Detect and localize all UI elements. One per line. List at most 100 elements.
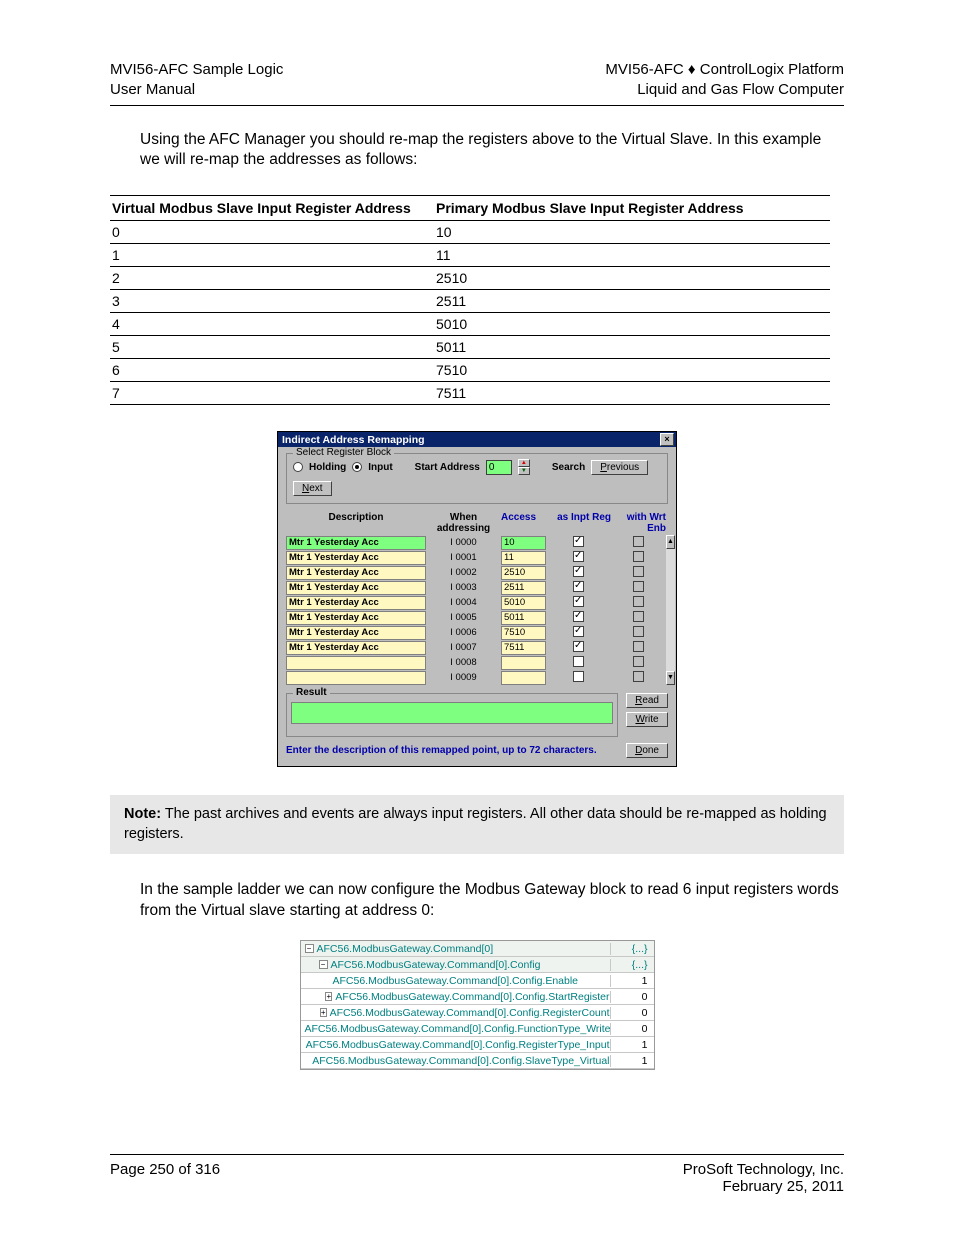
scroll-track[interactable]	[666, 549, 675, 671]
grid-row: Mtr 1 Yesterday AccI 000010	[286, 535, 666, 550]
cell-description[interactable]	[286, 656, 426, 670]
cell-address: I 0007	[426, 642, 501, 653]
inpt-reg-checkbox[interactable]	[573, 596, 584, 607]
cell-access[interactable]: 7510	[501, 626, 546, 640]
tree-row[interactable]: −AFC56.ModbusGateway.Command[0].Config{.…	[301, 957, 654, 973]
scrollbar[interactable]: ▲ ▼	[666, 535, 675, 685]
inpt-reg-checkbox[interactable]	[573, 581, 584, 592]
cell-description[interactable]: Mtr 1 Yesterday Acc	[286, 551, 426, 565]
cell-virtual: 5	[110, 336, 434, 359]
cell-description[interactable]: Mtr 1 Yesterday Acc	[286, 626, 426, 640]
expand-icon[interactable]: +	[325, 992, 332, 1001]
cell-access[interactable]	[501, 656, 546, 670]
next-btn-rest: ext	[309, 483, 322, 494]
tree-row[interactable]: AFC56.ModbusGateway.Command[0].Config.Sl…	[301, 1053, 654, 1069]
table-row: 45010	[110, 313, 830, 336]
note-box: Note: The past archives and events are a…	[110, 795, 844, 854]
cell-primary: 5011	[434, 336, 830, 359]
cell-virtual: 7	[110, 382, 434, 405]
result-legend: Result	[293, 687, 330, 698]
collapse-icon[interactable]: −	[319, 960, 328, 969]
cell-description[interactable]: Mtr 1 Yesterday Acc	[286, 596, 426, 610]
tree-row[interactable]: −AFC56.ModbusGateway.Command[0]{...}	[301, 941, 654, 957]
col-as-inpt-reg: as Inpt Reg	[546, 512, 611, 534]
tree-row[interactable]: +AFC56.ModbusGateway.Command[0].Config.S…	[301, 989, 654, 1005]
wrt-enb-checkbox	[633, 551, 644, 562]
tree-value: 1	[610, 1039, 654, 1051]
cell-address: I 0005	[426, 612, 501, 623]
cell-description[interactable]: Mtr 1 Yesterday Acc	[286, 641, 426, 655]
cell-access[interactable]: 2511	[501, 581, 546, 595]
grid-row: Mtr 1 Yesterday AccI 000111	[286, 550, 666, 565]
cell-access[interactable]: 11	[501, 551, 546, 565]
inpt-reg-checkbox[interactable]	[573, 566, 584, 577]
grid-row: I 0008	[286, 655, 666, 670]
cell-access[interactable]: 2510	[501, 566, 546, 580]
tree-row[interactable]: AFC56.ModbusGateway.Command[0].Config.Fu…	[301, 1021, 654, 1037]
tree-row[interactable]: AFC56.ModbusGateway.Command[0].Config.En…	[301, 973, 654, 989]
ladder-tree: −AFC56.ModbusGateway.Command[0]{...}−AFC…	[300, 940, 655, 1070]
wrt-enb-checkbox	[633, 566, 644, 577]
start-address-input[interactable]	[486, 460, 512, 475]
tree-value: 1	[610, 1055, 654, 1067]
done-button[interactable]: Done	[626, 743, 668, 758]
inpt-reg-checkbox[interactable]	[573, 626, 584, 637]
cell-description[interactable]: Mtr 1 Yesterday Acc	[286, 536, 426, 550]
cell-address: I 0004	[426, 597, 501, 608]
cell-access[interactable]: 5011	[501, 611, 546, 625]
result-display	[291, 702, 613, 724]
previous-button[interactable]: Previous	[591, 460, 648, 475]
table-row: 67510	[110, 359, 830, 382]
inpt-reg-checkbox[interactable]	[573, 671, 584, 682]
inpt-reg-checkbox[interactable]	[573, 641, 584, 652]
holding-label: Holding	[309, 462, 346, 473]
footer-left: Page 250 of 316	[110, 1161, 220, 1195]
cell-description[interactable]: Mtr 1 Yesterday Acc	[286, 581, 426, 595]
table-row: 55011	[110, 336, 830, 359]
tree-value: 0	[610, 1023, 654, 1035]
cell-access[interactable]: 10	[501, 536, 546, 550]
spinner-down-icon[interactable]: ▼	[518, 467, 530, 475]
scroll-up-icon[interactable]: ▲	[666, 535, 675, 549]
scroll-down-icon[interactable]: ▼	[666, 671, 675, 685]
input-radio[interactable]	[352, 462, 362, 472]
cell-description[interactable]: Mtr 1 Yesterday Acc	[286, 611, 426, 625]
cell-description[interactable]	[286, 671, 426, 685]
expand-icon[interactable]: +	[320, 1008, 327, 1017]
next-button[interactable]: Next	[293, 481, 332, 496]
spinner-up-icon[interactable]: ▲	[518, 459, 530, 467]
inpt-reg-checkbox[interactable]	[573, 656, 584, 667]
cell-description[interactable]: Mtr 1 Yesterday Acc	[286, 566, 426, 580]
inpt-reg-checkbox[interactable]	[573, 611, 584, 622]
table-row: 77511	[110, 382, 830, 405]
cell-access[interactable]: 7511	[501, 641, 546, 655]
tree-label-text: AFC56.ModbusGateway.Command[0].Config.Re…	[330, 1007, 610, 1019]
write-button[interactable]: Write	[626, 712, 668, 727]
start-address-spinner[interactable]: ▲ ▼	[518, 459, 530, 475]
tree-label-text: AFC56.ModbusGateway.Command[0].Config.En…	[333, 975, 579, 987]
grid-row: Mtr 1 Yesterday AccI 00077511	[286, 640, 666, 655]
grid-row: Mtr 1 Yesterday AccI 00032511	[286, 580, 666, 595]
grid-row: Mtr 1 Yesterday AccI 00055011	[286, 610, 666, 625]
page-header: MVI56-AFC Sample Logic User Manual MVI56…	[110, 60, 844, 101]
cell-virtual: 3	[110, 290, 434, 313]
search-label: Search	[552, 462, 585, 473]
tree-row[interactable]: +AFC56.ModbusGateway.Command[0].Config.R…	[301, 1005, 654, 1021]
read-button[interactable]: Read	[626, 693, 668, 708]
cell-access[interactable]	[501, 671, 546, 685]
tree-row[interactable]: AFC56.ModbusGateway.Command[0].Config.Re…	[301, 1037, 654, 1053]
cell-access[interactable]: 5010	[501, 596, 546, 610]
collapse-icon[interactable]: −	[305, 944, 314, 953]
grid-row: Mtr 1 Yesterday AccI 00022510	[286, 565, 666, 580]
result-fieldset: Result	[286, 693, 618, 737]
col-description: Description	[286, 512, 426, 534]
holding-radio[interactable]	[293, 462, 303, 472]
footer-date: February 25, 2011	[683, 1178, 844, 1195]
wrt-enb-checkbox	[633, 596, 644, 607]
grid-header-row: Description When addressing Access as In…	[286, 512, 668, 535]
close-icon[interactable]: ×	[660, 433, 674, 446]
inpt-reg-checkbox[interactable]	[573, 536, 584, 547]
inpt-reg-checkbox[interactable]	[573, 551, 584, 562]
previous-btn-rest: revious	[607, 462, 639, 473]
cell-address: I 0000	[426, 537, 501, 548]
